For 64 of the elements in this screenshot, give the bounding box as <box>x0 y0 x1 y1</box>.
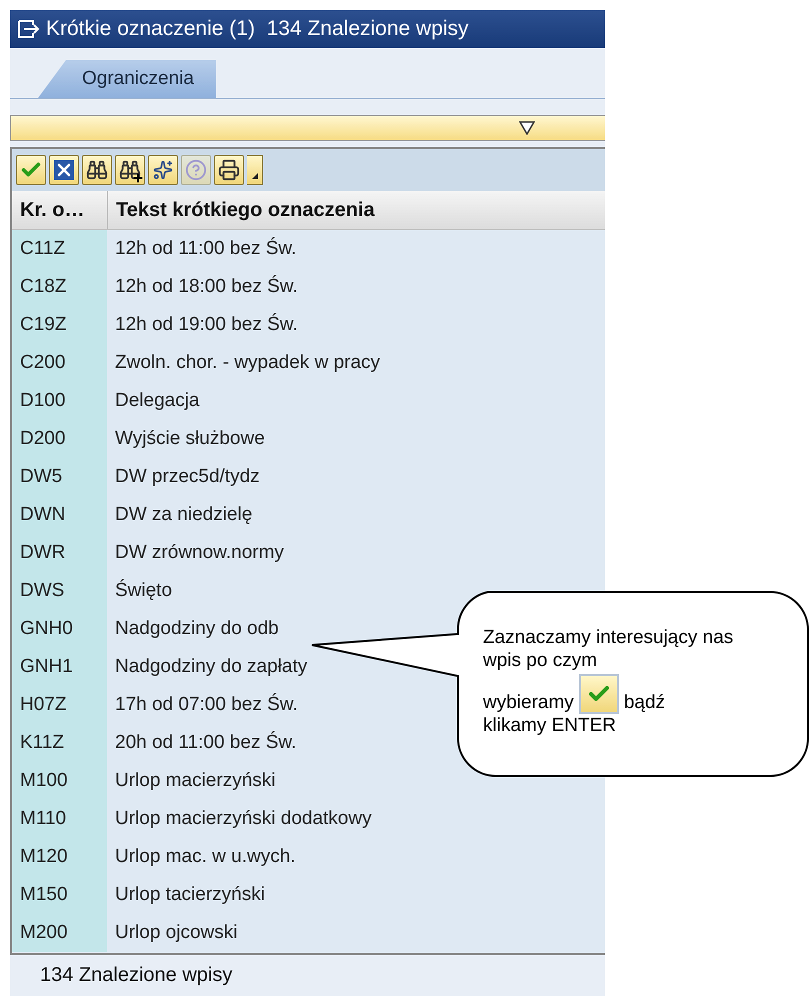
callout-text: bądź <box>624 691 666 714</box>
filter-bar[interactable] <box>10 115 605 141</box>
table-cell: M150 <box>12 876 107 914</box>
table-cell: DWR <box>12 534 107 572</box>
table-cell: M200 <box>12 914 107 952</box>
table-cell-text: 17h od 07:00 bez Św. <box>114 692 298 717</box>
table-cell: D100 <box>12 382 107 420</box>
table-cell-text: 12h od 18:00 bez Św. <box>114 274 298 299</box>
table-cell-text: 12h od 11:00 bez Św. <box>114 236 296 261</box>
table-cell-text: Wyjście służbowe <box>114 427 265 451</box>
caret-icon <box>252 173 258 179</box>
table-cell-text: Urlop macierzyński dodatkowy <box>114 807 372 831</box>
table-cell-text: Delegacja <box>114 389 200 413</box>
table-cell: C200 <box>12 344 107 382</box>
table-cell-text: Urlop mac. w u.wych. <box>114 845 296 869</box>
table-cell: GNH1 <box>12 648 107 686</box>
new-button[interactable] <box>148 155 178 185</box>
table-cell: M100 <box>12 762 107 800</box>
column-header[interactable]: Kr. o… <box>12 191 108 229</box>
table-cell-text: Święto <box>114 578 172 603</box>
table-cell-text: 12h od 19:00 bez Św. <box>114 312 298 337</box>
binoculars-plus-icon <box>119 159 141 181</box>
help-icon <box>185 159 207 181</box>
column-header[interactable]: Tekst krótkiego oznaczenia <box>108 191 605 229</box>
table-cell: DWS <box>12 572 107 610</box>
filter-icon <box>519 121 535 135</box>
table-cell-text: Nadgodziny do zapłaty <box>114 655 308 679</box>
close-icon <box>54 160 74 180</box>
window-icon <box>18 20 40 38</box>
confirm-button[interactable] <box>16 155 46 185</box>
callout-text: wybieramy <box>483 691 574 714</box>
callout-text: Zaznaczamy interesujący nas wpis po czym <box>483 626 734 672</box>
table-cell: GNH0 <box>12 610 107 648</box>
table-cell: D200 <box>12 420 107 458</box>
table-cell: DW5 <box>12 458 107 496</box>
table-cell: DWN <box>12 496 107 534</box>
table-cell-text: DW zrównow.normy <box>114 541 284 565</box>
table-cell-text: Urlop macierzyński <box>114 769 276 793</box>
print-button[interactable] <box>214 155 244 185</box>
find-button[interactable] <box>82 155 112 185</box>
check-icon <box>578 674 619 714</box>
table-cell-text: Urlop ojcowski <box>114 921 238 945</box>
table-cell: M110 <box>12 800 107 838</box>
table-cell: C19Z <box>12 306 107 344</box>
table-cell-text: Nadgodziny do odb <box>114 617 279 641</box>
printer-icon <box>218 159 240 181</box>
table-cell-text: DW za niedzielę <box>114 503 252 527</box>
table-cell-text: 20h od 11:00 bez Św. <box>114 730 296 755</box>
window-title: Krótkie oznaczenie (1) 134 Znalezione wpisy <box>46 17 469 41</box>
table-cell: C18Z <box>12 268 107 306</box>
tab[interactable]: Ograniczenia <box>38 60 216 98</box>
cancel-button[interactable] <box>49 155 79 185</box>
sparkle-icon <box>153 160 173 180</box>
callout-text: klikamy ENTER <box>483 714 616 737</box>
table-cell: K11Z <box>12 724 107 762</box>
dropdown-button[interactable] <box>247 155 263 185</box>
table-cell: C11Z <box>12 230 107 268</box>
binoculars-icon <box>86 159 108 181</box>
table-cell: H07Z <box>12 686 107 724</box>
table-cell-text: DW przec5d/tydz <box>114 465 260 489</box>
table-cell: M120 <box>12 838 107 876</box>
table-cell-text: Zwoln. chor. - wypadek w pracy <box>114 351 380 375</box>
table-cell-text: Urlop tacierzyński <box>114 883 265 907</box>
find-next-button[interactable] <box>115 155 145 185</box>
